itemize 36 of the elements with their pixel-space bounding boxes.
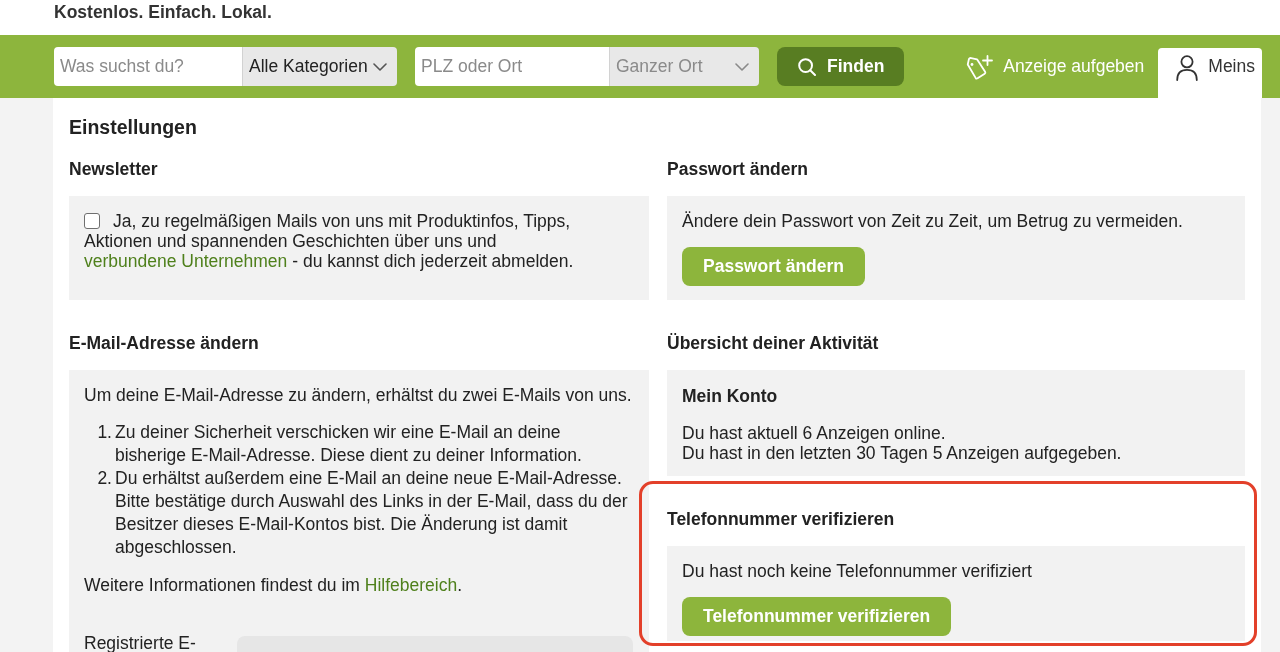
activity-text: Du hast aktuell 6 Anzeigen online. <box>682 423 947 443</box>
action-button[interactable]: Passwort ändern <box>682 247 866 286</box>
section-heading: Newsletter <box>69 159 159 179</box>
tagline: Kostenlos. Einfach. Lokal. <box>54 2 272 22</box>
section-heading: Übersicht deiner Aktivität <box>667 333 880 353</box>
step-text: Zu deiner Sicherheit verschicken wir eine E-Mail an deine bisherige E-Mail-Adresse. Diese dient zu deiner Information. <box>115 421 583 467</box>
category-dropdown[interactable]: Alle Kategorien <box>242 47 397 86</box>
chevron-down-icon <box>735 62 749 71</box>
intro-text: Um deine E-Mail-Adresse zu ändern, erhältst du zwei E-Mails von uns. <box>84 385 633 405</box>
section-heading: Telefonnummer verifizieren <box>667 509 896 529</box>
newsletter-checkbox[interactable] <box>84 213 100 229</box>
post-ad-link[interactable]: Anzeige aufgeben <box>947 48 1152 98</box>
step-number: 1. <box>96 421 112 444</box>
info-text: Weitere Informationen findest du im Hilfebereich. <box>84 575 464 595</box>
section-heading: Passwort ändern <box>667 159 810 179</box>
consent-text: Ja, zu regelmäßigen Mails von uns mit Produktinfos, Tipps, Aktionen und spannenden Geschichten über uns und verbundene Unternehmen - du kannst dich jederzeit abmelden. <box>84 211 575 271</box>
person-icon <box>1176 55 1199 81</box>
find-button[interactable]: Finden <box>777 47 904 86</box>
tag-plus-icon <box>965 55 994 82</box>
location-field[interactable]: PLZ oder Ort <box>415 47 609 86</box>
action-button[interactable]: Telefonnummer verifizieren <box>682 597 952 636</box>
field-label: Registrierte E- <box>84 634 197 652</box>
text-link[interactable]: verbundene Unternehmen <box>84 251 288 271</box>
account-tab[interactable]: Meins <box>1158 48 1262 98</box>
chevron-down-icon <box>373 62 387 71</box>
step-number: 2. <box>96 467 112 490</box>
search-field[interactable]: Was suchst du? <box>54 47 242 86</box>
search-icon <box>798 57 816 76</box>
help-link[interactable]: Hilfebereich <box>364 575 458 595</box>
step-text: Du erhältst außerdem eine E-Mail an deine neue E-Mail-Adresse. Bitte bestätige durch Auswahl des Links in der E-Mail, dass du der Besitzer dieses E-Mail-Kontos bist. Die Änderung ist damit abgeschlossen. <box>115 467 629 559</box>
page-title: Einstellungen <box>69 115 198 139</box>
description-text: Du hast noch keine Telefonnummer verifiziert <box>682 561 1033 581</box>
description-text: Ändere dein Passwort von Zeit zu Zeit, um Betrug zu vermeiden. <box>682 211 1184 231</box>
subsection-title: Mein Konto <box>682 386 779 406</box>
activity-text: Du hast in den letzten 30 Tagen 5 Anzeigen aufgegeben. <box>682 443 1123 463</box>
section-heading: E-Mail-Adresse ändern <box>69 333 260 353</box>
